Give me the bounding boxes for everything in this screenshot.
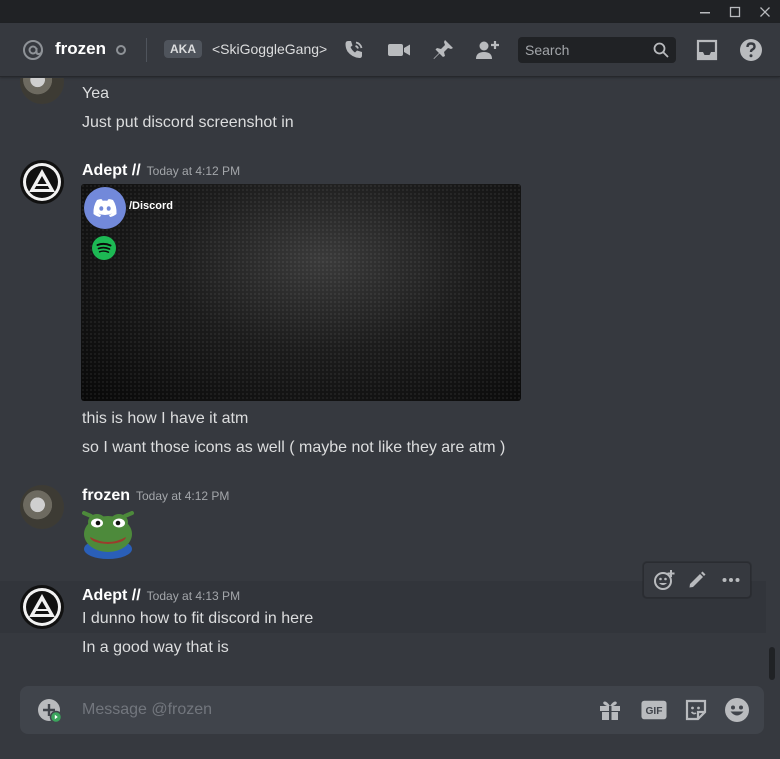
header-divider: [146, 38, 147, 62]
gift-icon: [600, 701, 620, 720]
more-options-button[interactable]: [718, 568, 744, 592]
message-timestamp: Today at 4:12 PM: [146, 164, 241, 178]
edit-message-button[interactable]: [684, 568, 710, 592]
search-box[interactable]: Search: [518, 37, 676, 63]
pin-icon: [433, 40, 453, 59]
dm-header: frozen AKA <SkiGoggleGang> Search: [0, 23, 780, 77]
add-reaction-icon: [654, 570, 675, 590]
gif-icon: GIF: [641, 700, 667, 720]
spotify-icon: [96, 242, 112, 253]
embed-label: /Discord: [129, 200, 174, 212]
window-titlebar: [0, 0, 780, 23]
aka-badge: AKA: [164, 40, 202, 58]
adept-logo-icon: [23, 588, 61, 626]
avatar[interactable]: [20, 160, 64, 204]
minimize-button[interactable]: [690, 0, 720, 23]
adept-logo-icon: [23, 163, 61, 201]
image-texture: [81, 184, 521, 401]
sticker-icon: [685, 699, 707, 721]
add-user-icon: [476, 41, 499, 59]
smiley-emoji-icon: [725, 698, 749, 722]
message-timestamp: Today at 4:13 PM: [146, 589, 241, 603]
message-text: so I want those icons as well ( maybe no…: [82, 439, 506, 456]
search-icon: [653, 42, 669, 58]
call-button[interactable]: [341, 37, 367, 63]
maximize-icon: [729, 6, 741, 17]
pinned-messages-button[interactable]: [430, 37, 456, 63]
video-camera-icon: [388, 44, 410, 56]
inbox-icon: [696, 39, 718, 61]
gif-label: GIF: [645, 706, 662, 717]
at-sign-icon: [23, 40, 43, 60]
emoji-picker-button[interactable]: [724, 697, 750, 723]
sticker-picker-button[interactable]: [683, 697, 709, 723]
message-text: I dunno how to fit discord in here: [82, 610, 314, 627]
video-call-button[interactable]: [386, 37, 412, 63]
message-input[interactable]: [82, 700, 562, 720]
more-dots-icon: [722, 578, 740, 582]
message-text: Just put discord screenshot in: [82, 114, 294, 131]
message-text: Yea: [82, 85, 109, 102]
spotify-logo: [92, 236, 116, 260]
maximize-button[interactable]: [720, 0, 750, 23]
discord-logo: [84, 187, 126, 229]
message-timestamp: Today at 4:12 PM: [136, 489, 230, 503]
minimize-icon: [700, 11, 710, 13]
message-composer: GIF: [20, 686, 764, 734]
message-text: this is how I have it atm: [82, 410, 249, 427]
send-gift-button[interactable]: [597, 697, 623, 723]
help-icon: [740, 39, 762, 61]
message-list: Yea Just put discord screenshot in Adept…: [0, 78, 766, 684]
author-name[interactable]: frozen: [82, 487, 130, 504]
message-hover-toolbar: [643, 562, 751, 598]
avatar[interactable]: [20, 78, 64, 104]
author-name[interactable]: Adept //: [82, 162, 141, 179]
close-window-button[interactable]: [750, 0, 780, 23]
close-icon: [760, 6, 770, 17]
attached-image[interactable]: /Discord: [81, 184, 521, 401]
message-text: In a good way that is: [82, 639, 229, 656]
gif-picker-button[interactable]: GIF: [641, 697, 667, 723]
add-friends-to-dm-button[interactable]: [474, 37, 500, 63]
message-author[interactable]: Adept // Today at 4:13 PM: [82, 586, 240, 606]
message-author[interactable]: frozen Today at 4:12 PM: [82, 486, 229, 506]
status-indicator: [116, 45, 126, 55]
add-reaction-button[interactable]: [651, 568, 677, 592]
message-author[interactable]: Adept // Today at 4:12 PM: [82, 161, 240, 181]
help-button[interactable]: [738, 37, 764, 63]
message-scrollbar-track[interactable]: [768, 78, 776, 684]
upload-attachment-button[interactable]: [37, 698, 61, 722]
phone-call-icon: [345, 41, 363, 58]
pepe-frog-emoji[interactable]: [81, 507, 135, 559]
inbox-button[interactable]: [694, 37, 720, 63]
avatar[interactable]: [20, 485, 64, 529]
avatar[interactable]: [20, 585, 64, 629]
pencil-icon: [689, 571, 706, 588]
message-scrollbar-thumb[interactable]: [769, 647, 775, 680]
dm-name: frozen: [55, 39, 106, 58]
aka-names[interactable]: <SkiGoggleGang>: [212, 40, 332, 58]
search-placeholder: Search: [525, 42, 570, 58]
author-name[interactable]: Adept //: [82, 587, 141, 604]
discord-icon: [93, 199, 117, 217]
